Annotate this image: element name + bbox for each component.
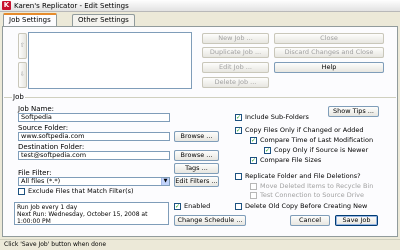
change-schedule-button[interactable]: Change Schedule ... [174, 215, 246, 226]
up-arrow-icon: ⇧ [19, 42, 26, 49]
discard-changes-button[interactable]: Discard Changes and Close [274, 47, 384, 58]
save-job-button[interactable]: Save Job [335, 215, 378, 226]
copy-changed-checkbox[interactable]: ✓ [235, 127, 242, 134]
next-run-time-text: 1:00:00 PM [17, 218, 51, 225]
delete-old-copy-label: Delete Old Copy Before Creating New [245, 202, 368, 210]
help-button[interactable]: Help [274, 62, 384, 73]
test-connection-checkbox[interactable] [250, 192, 257, 199]
duplicate-job-button[interactable]: Duplicate Job ... [202, 47, 269, 58]
copy-newer-checkbox[interactable]: ✓ [264, 147, 271, 154]
title-bar: K Karen's Replicator - Edit Settings [0, 0, 400, 12]
move-up-button[interactable]: ⇧ [18, 33, 27, 59]
browse-source-button[interactable]: Browse ... [174, 131, 219, 142]
tags-button[interactable]: Tags ... [174, 163, 219, 174]
compare-sizes-checkbox[interactable]: ✓ [250, 157, 257, 164]
tab-strip: Job Settings Other Settings [0, 12, 400, 26]
job-name-field[interactable]: Softpedia [18, 113, 170, 122]
next-run-text: Next Run: Wednesday, October 15, 2008 at [17, 211, 148, 218]
down-arrow-icon: ⇩ [19, 71, 26, 78]
cancel-button[interactable]: Cancel [290, 215, 330, 226]
checkmark-icon: ✓ [265, 147, 271, 154]
edit-job-button[interactable]: Edit Job ... [202, 62, 269, 73]
schedule-info-box: Run Job every 1 day Next Run: Wednesday,… [14, 202, 169, 225]
enabled-checkbox[interactable]: ✓ [174, 203, 181, 210]
checkmark-icon: ✓ [251, 157, 257, 164]
checkmark-icon: ✓ [251, 137, 257, 144]
move-recycle-checkbox[interactable] [250, 183, 257, 190]
move-down-button[interactable]: ⇩ [18, 62, 27, 88]
job-name-label: Job Name: [18, 105, 55, 113]
edit-filters-button[interactable]: Edit Filters ... [174, 176, 219, 187]
compare-sizes-label: Compare File Sizes [260, 156, 322, 164]
tab-label: Other Settings [78, 16, 129, 24]
compare-time-checkbox[interactable]: ✓ [250, 137, 257, 144]
show-tips-button[interactable]: Show Tips ... [328, 106, 379, 117]
destination-folder-label: Destination Folder: [18, 143, 85, 151]
checkmark-icon: ✓ [175, 203, 181, 210]
compare-time-label: Compare Time of Last Modification [260, 136, 374, 144]
window-title: Karen's Replicator - Edit Settings [14, 2, 129, 10]
tab-label: Job Settings [9, 16, 51, 24]
file-filter-select[interactable]: All files (*.*) ▼ [18, 177, 170, 186]
replicate-deletions-checkbox[interactable] [235, 173, 242, 180]
run-frequency-text: Run Job every 1 day [17, 204, 78, 211]
app-icon: K [2, 1, 11, 10]
copy-changed-label: Copy Files Only if Changed or Added [245, 126, 364, 134]
job-list[interactable] [28, 32, 192, 89]
chevron-down-icon: ▼ [161, 178, 169, 185]
delete-old-copy-checkbox[interactable] [235, 203, 242, 210]
file-filter-value: All files (*.*) [21, 177, 61, 185]
file-filter-label: File Filter: [18, 169, 52, 177]
status-bar: Click 'Save Job' button when done [0, 239, 400, 250]
new-job-button[interactable]: New Job ... [202, 33, 269, 44]
move-recycle-label: Move Deleted Items to Recycle Bin [260, 182, 374, 190]
exclude-filter-checkbox[interactable] [18, 188, 25, 195]
status-text: Click 'Save Job' button when done [4, 241, 107, 248]
edit-settings-window: K Karen's Replicator - Edit Settings Job… [0, 0, 400, 250]
tab-other-settings[interactable]: Other Settings [72, 14, 135, 26]
include-subfolders-checkbox[interactable]: ✓ [235, 114, 242, 121]
enabled-label: Enabled [184, 202, 211, 210]
source-folder-label: Source Folder: [18, 124, 69, 132]
tab-job-settings[interactable]: Job Settings [3, 13, 57, 26]
checkmark-icon: ✓ [236, 127, 242, 134]
copy-newer-label: Copy Only if Source is Newer [274, 146, 369, 154]
job-group-legend: Job [12, 93, 25, 101]
exclude-filter-label: Exclude Files that Match Filter(s) [28, 187, 134, 195]
replicate-deletions-label: Replicate Folder and File Deletions? [245, 172, 361, 180]
browse-destination-button[interactable]: Browse ... [174, 150, 219, 161]
source-folder-field[interactable]: www.softpedia.com [18, 132, 170, 141]
destination-folder-field[interactable]: test@softpedia.com [18, 151, 170, 160]
delete-job-button[interactable]: Delete Job ... [202, 77, 269, 88]
close-button[interactable]: Close [274, 33, 384, 44]
checkmark-icon: ✓ [236, 114, 242, 121]
include-subfolders-label: Include Sub-Folders [245, 113, 309, 121]
test-connection-label: Test Connection to Source Drive [260, 191, 365, 199]
